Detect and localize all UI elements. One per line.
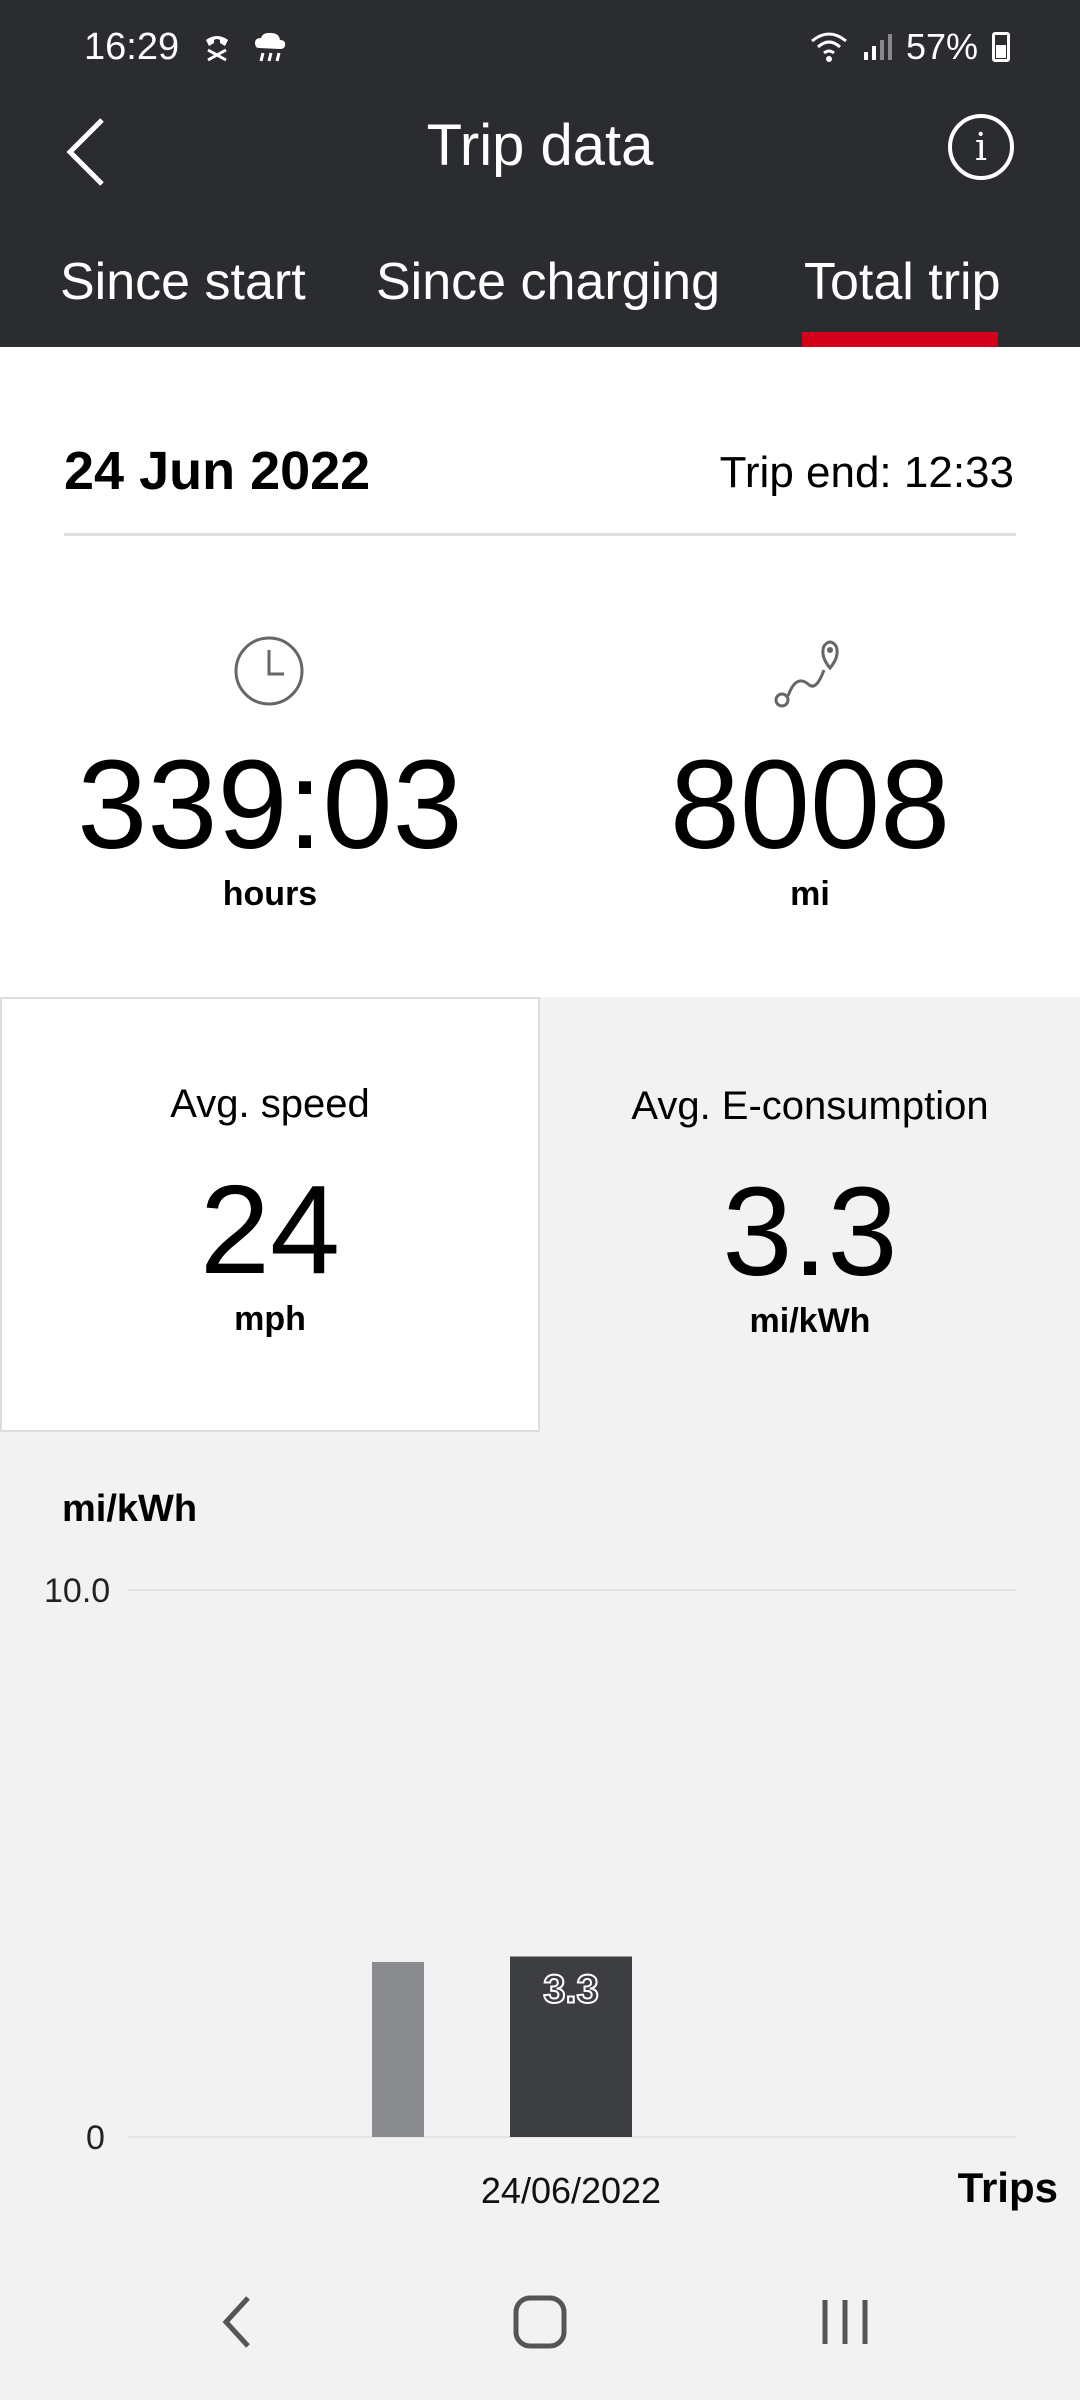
status-right: 57% (810, 26, 1010, 68)
system-nav-bar (0, 2240, 1080, 2400)
x-tick-label: 24/06/2022 (481, 2170, 661, 2211)
trip-end: Trip end: 12:33 (720, 448, 1014, 498)
distance-stat: 8008 mi (580, 735, 1040, 914)
route-icon (774, 640, 839, 708)
divider (64, 533, 1016, 536)
nav-back-icon[interactable] (210, 2292, 270, 2352)
bar-data-label: 3.3 (543, 1967, 599, 2011)
duration-stat: 339:03 hours (40, 735, 500, 914)
battery-percent: 57% (905, 26, 978, 67)
status-notification-icons (200, 26, 289, 65)
info-icon[interactable]: i (948, 114, 1014, 180)
distance-unit: mi (790, 875, 830, 913)
call-muted-icon (206, 36, 228, 62)
nav-home-icon[interactable] (510, 2292, 570, 2352)
avg-consumption-unit: mi/kWh (749, 1302, 871, 1340)
avg-speed-stat: 24 mph (0, 1160, 540, 1339)
duration-value: 339:03 (77, 734, 463, 875)
tab-since-start[interactable]: Since start (60, 252, 306, 312)
page-title: Trip data (426, 113, 654, 178)
avg-consumption-label[interactable]: Avg. E-consumption (540, 1084, 1080, 1129)
app-header: 16:29 57% Trip data i Since start Since … (0, 0, 1080, 347)
tab-since-charging[interactable]: Since charging (376, 252, 720, 312)
avg-speed-value: 24 (199, 1159, 341, 1300)
wifi-icon (810, 32, 847, 62)
chart-x-axis-label: Trips (957, 2164, 1058, 2211)
bar (372, 1961, 424, 2137)
y-tick-label: 10.0 (44, 1572, 110, 1610)
avg-speed-unit: mph (234, 1300, 306, 1338)
consumption-chart: 10.0 0 3.3 24/06/2022 (44, 1572, 1016, 2211)
avg-consumption-value: 3.3 (722, 1161, 898, 1302)
weather-icon (255, 32, 286, 62)
avg-speed-label: Avg. speed (170, 1082, 370, 1126)
battery-icon (992, 32, 1010, 62)
active-tab-indicator (802, 332, 998, 347)
trip-end-label: Trip end: (719, 448, 892, 497)
tab-total-trip[interactable]: Total trip (804, 252, 1001, 312)
signal-icon (863, 34, 892, 60)
trip-date: 24 Jun 2022 (64, 441, 371, 501)
trip-end-time: 12:33 (903, 448, 1014, 497)
status-time: 16:29 (84, 26, 180, 68)
nav-recents-icon[interactable] (815, 2292, 875, 2352)
avg-consumption-stat[interactable]: 3.3 mi/kWh (540, 1162, 1080, 1341)
clock-icon (234, 636, 304, 706)
distance-value: 8008 (669, 734, 951, 875)
chart-y-axis-label: mi/kWh (62, 1488, 198, 1530)
y-tick-label: 0 (86, 2119, 105, 2157)
duration-unit: hours (222, 875, 318, 913)
